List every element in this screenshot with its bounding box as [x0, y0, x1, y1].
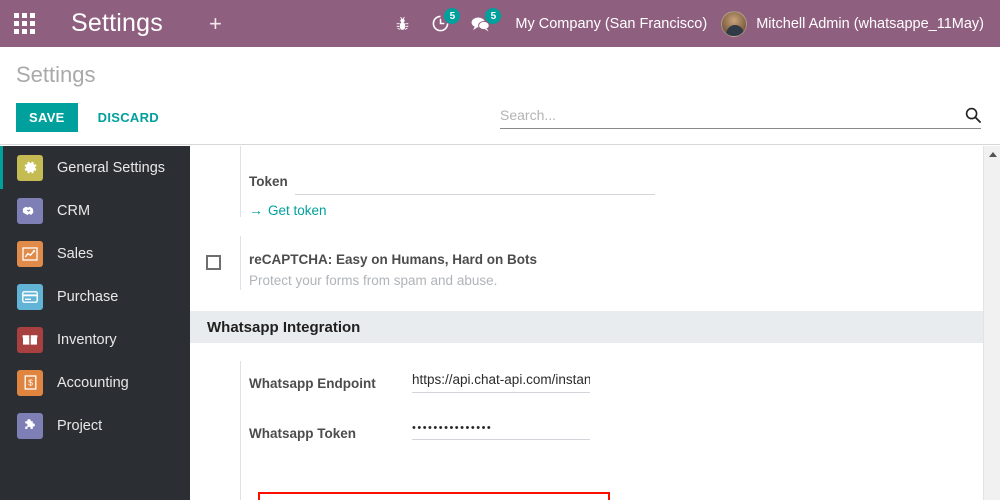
scroll-up-arrow-icon[interactable]	[984, 146, 1000, 163]
search-input[interactable]	[500, 107, 957, 123]
new-record-plus-button[interactable]: +	[209, 12, 222, 35]
content-scrollbar[interactable]	[983, 146, 1000, 500]
recaptcha-checkbox[interactable]	[206, 255, 221, 270]
recaptcha-title: reCAPTCHA: Easy on Humans, Hard on Bots	[249, 252, 538, 267]
sidebar-item-label: General Settings	[57, 159, 166, 176]
search-bar[interactable]	[500, 107, 981, 129]
sidebar-item-label: Inventory	[57, 331, 117, 348]
activity-clock-icon[interactable]: 5	[421, 0, 461, 47]
arrow-right-icon: →	[249, 202, 263, 218]
get-token-label: Get token	[268, 202, 327, 218]
credit-card-icon	[17, 283, 43, 310]
get-token-link[interactable]: → Get token	[249, 202, 327, 218]
sidebar-item-label: CRM	[57, 202, 91, 219]
control-panel: Settings SAVE DISCARD	[0, 47, 1000, 145]
recaptcha-subtitle: Protect your forms from spam and abuse.	[249, 273, 498, 288]
whatsapp-endpoint-row: Whatsapp Endpoint	[190, 361, 983, 411]
apps-grid-dots	[13, 13, 35, 34]
bug-icon[interactable]	[384, 0, 421, 47]
chart-line-icon	[17, 240, 43, 267]
app-title: Settings	[71, 9, 163, 37]
whatsapp-endpoint-input[interactable]	[412, 370, 590, 393]
sidebar-item-label: Accounting	[57, 374, 129, 391]
highlighted-action-box[interactable]	[258, 492, 610, 500]
whatsapp-endpoint-label: Whatsapp Endpoint	[249, 376, 376, 391]
box-icon	[17, 326, 43, 353]
whatsapp-token-label: Whatsapp Token	[249, 426, 357, 441]
sidebar-item-project[interactable]: Project	[0, 404, 190, 447]
magnifier-icon[interactable]	[965, 107, 981, 123]
navbar-right-group: 5 5 My Company (San Francisco) Mitchell …	[384, 0, 1000, 47]
section-title: Whatsapp Integration	[207, 318, 361, 336]
sidebar-item-general-settings[interactable]: General Settings	[0, 146, 190, 189]
group-divider-line	[240, 153, 241, 217]
sidebar-item-label: Project	[57, 417, 103, 434]
clipped-row-top	[190, 146, 983, 156]
whatsapp-fields-group: Whatsapp Endpoint Whatsapp Token	[190, 361, 983, 500]
token-label: Token	[249, 174, 288, 189]
sidebar-item-purchase[interactable]: Purchase	[0, 275, 190, 318]
messages-count-badge: 5	[485, 8, 502, 24]
save-button[interactable]: SAVE	[16, 103, 78, 132]
sidebar-item-inventory[interactable]: Inventory	[0, 318, 190, 361]
section-header-whatsapp-integration: Whatsapp Integration	[190, 311, 983, 343]
sidebar-item-label: Sales	[57, 245, 94, 262]
apps-grid-icon[interactable]	[0, 0, 48, 47]
sidebar-item-accounting[interactable]: $ Accounting	[0, 361, 190, 404]
token-setting-block: Token → Get token	[190, 153, 983, 228]
settings-sidebar: General Settings CRM Sales Purchase Inve…	[0, 146, 190, 500]
sidebar-item-sales[interactable]: Sales	[0, 232, 190, 275]
group-divider-line	[240, 236, 241, 290]
sidebar-item-label: Purchase	[57, 288, 119, 305]
top-navbar: Settings + 5 5 My Company (San Francisco…	[0, 0, 1000, 47]
handshake-icon	[17, 197, 43, 224]
messages-chat-icon[interactable]: 5	[460, 0, 502, 47]
svg-text:$: $	[28, 378, 33, 388]
gear-icon	[17, 154, 43, 181]
avatar	[721, 10, 748, 37]
puzzle-piece-icon	[17, 412, 43, 439]
whatsapp-token-input[interactable]	[412, 420, 590, 440]
sidebar-item-crm[interactable]: CRM	[0, 189, 190, 232]
token-input-underline[interactable]	[295, 194, 655, 195]
activity-count-badge: 5	[444, 8, 461, 24]
company-selector[interactable]: My Company (San Francisco)	[501, 16, 721, 32]
whatsapp-token-row: Whatsapp Token	[190, 411, 983, 461]
settings-content: Token → Get token reCAPTCHA: Easy on Hum…	[190, 146, 983, 500]
user-menu-label: Mitchell Admin (whatsappe_11May)	[756, 15, 984, 32]
invoice-dollar-icon: $	[17, 369, 43, 396]
action-buttons: SAVE DISCARD	[16, 103, 165, 132]
discard-button[interactable]: DISCARD	[92, 103, 165, 132]
breadcrumb[interactable]: Settings	[16, 62, 96, 88]
recaptcha-setting-row: reCAPTCHA: Easy on Humans, Hard on Bots …	[190, 228, 983, 290]
user-menu[interactable]: Mitchell Admin (whatsappe_11May)	[721, 10, 1000, 37]
